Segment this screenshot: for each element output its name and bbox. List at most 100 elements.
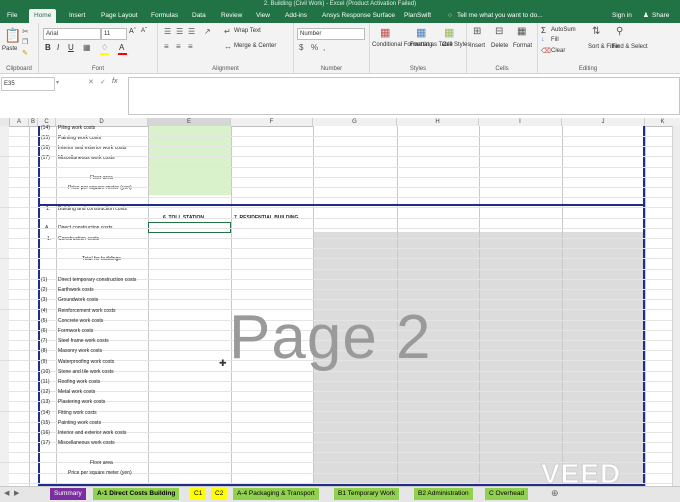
paste-button[interactable]: Paste — [2, 46, 17, 52]
align-bottom-icon[interactable]: ☰ — [188, 27, 195, 36]
row-number: (17) — [41, 155, 50, 161]
item-label: Reinforcement work costs — [58, 307, 116, 314]
lightbulb-icon: ○ — [448, 12, 452, 19]
cancel-icon[interactable]: ✕ — [88, 78, 94, 86]
item-label: Metal work costs — [58, 389, 96, 396]
align-top-icon[interactable]: ☰ — [164, 27, 171, 36]
grow-font-icon[interactable]: Aˆ — [129, 28, 136, 35]
enter-icon[interactable]: ✓ — [100, 78, 106, 86]
wrap-text-button[interactable]: Wrap Text — [234, 28, 261, 34]
tell-me-box[interactable]: Tell me what you want to do... — [457, 8, 543, 23]
autosum-icon[interactable]: Σ — [541, 26, 546, 35]
currency-icon[interactable]: $ — [299, 43, 303, 52]
tab-planswift[interactable]: PlanSwift — [404, 8, 431, 23]
page-2-watermark: Page 2 — [229, 303, 432, 372]
tab-add-ins[interactable]: Add-ins — [285, 8, 307, 23]
underline-icon[interactable]: U — [68, 43, 74, 52]
align-right-icon[interactable]: ≡ — [188, 42, 193, 51]
item-number: (17) — [41, 440, 50, 447]
insert-cells-button[interactable]: Insert — [470, 43, 485, 49]
add-sheet-icon[interactable]: ⊕ — [551, 488, 559, 499]
paste-icon[interactable]: 📋 — [4, 27, 21, 44]
format-painter-icon[interactable]: ✎ — [22, 49, 28, 57]
clear-icon[interactable]: ⌫ — [541, 47, 551, 55]
tab-insert[interactable]: Insert — [69, 8, 85, 23]
item-label: Direct temporary construction costs — [58, 277, 137, 283]
alignment-label: Alignment — [212, 66, 239, 72]
format-cells-icon[interactable]: ▦ — [517, 26, 526, 37]
find-select-icon[interactable]: ⚲ — [616, 26, 623, 37]
share-button[interactable]: Share — [652, 8, 669, 23]
name-box[interactable]: E35 — [1, 77, 55, 91]
fill-color-icon[interactable]: ♢ — [101, 43, 108, 52]
copy-icon[interactable]: ❐ — [22, 38, 28, 46]
item-number: (12) — [41, 389, 50, 396]
delete-cells-icon[interactable]: ⊟ — [495, 26, 503, 37]
align-left-icon[interactable]: ≡ — [164, 42, 169, 51]
sheet-tab-c2[interactable]: C2 — [211, 488, 228, 500]
align-middle-icon[interactable]: ☰ — [176, 27, 183, 36]
sort-filter-icon[interactable]: ⇅ — [592, 26, 600, 37]
sheet-tab-summary[interactable]: Summary — [50, 488, 86, 500]
number-format-select[interactable]: Number — [297, 28, 365, 40]
sheet-tab-administration[interactable]: B2 Administration — [414, 488, 473, 500]
sheet-tab-temporary-work[interactable]: B1 Temporary Work — [334, 488, 400, 500]
sheet-tab-overhead[interactable]: C Overhead — [485, 488, 529, 500]
wrap-text-icon[interactable]: ↵ — [224, 27, 231, 36]
tab-file[interactable]: File — [7, 8, 17, 23]
insert-cells-icon[interactable]: ⊞ — [473, 26, 481, 37]
scroll-left-icon[interactable]: ◀ — [4, 489, 9, 497]
tab-review[interactable]: Review — [221, 8, 242, 23]
percent-icon[interactable]: % — [311, 43, 318, 52]
orientation-icon[interactable]: ↗ — [204, 27, 211, 36]
autosum-button[interactable]: AutoSum — [551, 27, 576, 33]
column-header-a[interactable]: A — [10, 118, 29, 127]
insert-function-icon[interactable]: fx — [112, 78, 117, 85]
align-center-icon[interactable]: ≡ — [176, 42, 181, 51]
sign-in-link[interactable]: Sign in — [612, 8, 632, 23]
delete-cells-button[interactable]: Delete — [491, 43, 508, 49]
conditional-formatting-icon[interactable]: ▦ — [380, 26, 390, 39]
fill-icon[interactable]: ↓ — [541, 36, 545, 43]
column-header-f[interactable]: F — [231, 118, 313, 127]
item-number: (1) — [41, 277, 48, 283]
item-number: (2) — [41, 287, 48, 294]
sheet-tab-c1[interactable]: C1 — [190, 488, 207, 500]
clear-button[interactable]: Clear — [551, 48, 565, 54]
cursor-icon: ✚ — [219, 358, 227, 368]
name-box-dropdown-icon[interactable]: ▾ — [56, 79, 59, 86]
tab-page-layout[interactable]: Page Layout — [101, 8, 138, 23]
vertical-scrollbar[interactable] — [672, 126, 680, 486]
column-header-b[interactable]: B — [29, 118, 38, 127]
merge-center-icon[interactable]: ↔ — [224, 42, 232, 51]
row-label: Miscellaneous work costs — [58, 155, 115, 161]
tab-home[interactable]: Home — [29, 9, 57, 23]
font-size-select[interactable]: 11 — [101, 28, 127, 40]
sheet-tab-direct-costs-building[interactable]: A-1 Direct Costs Building — [93, 488, 180, 500]
scroll-right-icon[interactable]: ▶ — [14, 489, 19, 497]
font-color-icon[interactable]: A — [119, 43, 124, 52]
shrink-font-icon[interactable]: Aˇ — [141, 28, 147, 34]
formula-input[interactable] — [128, 77, 680, 115]
item-label: Steel frame work costs — [58, 338, 109, 345]
italic-icon[interactable]: I — [57, 43, 59, 52]
ribbon: 📋 Paste ✂ ❐ ✎ Clipboard Arial 11 Aˆ Aˇ B… — [0, 23, 680, 74]
tab-formulas[interactable]: Formulas — [151, 8, 178, 23]
font-name-select[interactable]: Arial — [43, 28, 101, 40]
fill-button[interactable]: Fill — [551, 37, 559, 43]
cut-icon[interactable]: ✂ — [22, 27, 29, 36]
merge-center-button[interactable]: Merge & Center — [234, 43, 276, 49]
item-label: Plastering work costs — [58, 399, 106, 406]
cell-styles-icon[interactable]: ▦ — [444, 26, 454, 39]
borders-icon[interactable]: ▦ — [83, 43, 91, 52]
bold-icon[interactable]: B — [45, 43, 51, 52]
format-as-table-icon[interactable]: ▦ — [416, 26, 426, 39]
format-cells-button[interactable]: Format — [513, 43, 532, 49]
tab-ansys[interactable]: Ansys Response Surface — [322, 8, 395, 23]
tab-view[interactable]: View — [256, 8, 270, 23]
tab-data[interactable]: Data — [192, 8, 206, 23]
item-label: Interior and exterior work costs — [58, 430, 127, 436]
sheet-tab-packaging-transport[interactable]: A-4 Packaging & Transport — [233, 488, 319, 500]
find-select-button[interactable]: Find & Select — [612, 44, 648, 50]
comma-icon[interactable]: , — [323, 43, 325, 52]
